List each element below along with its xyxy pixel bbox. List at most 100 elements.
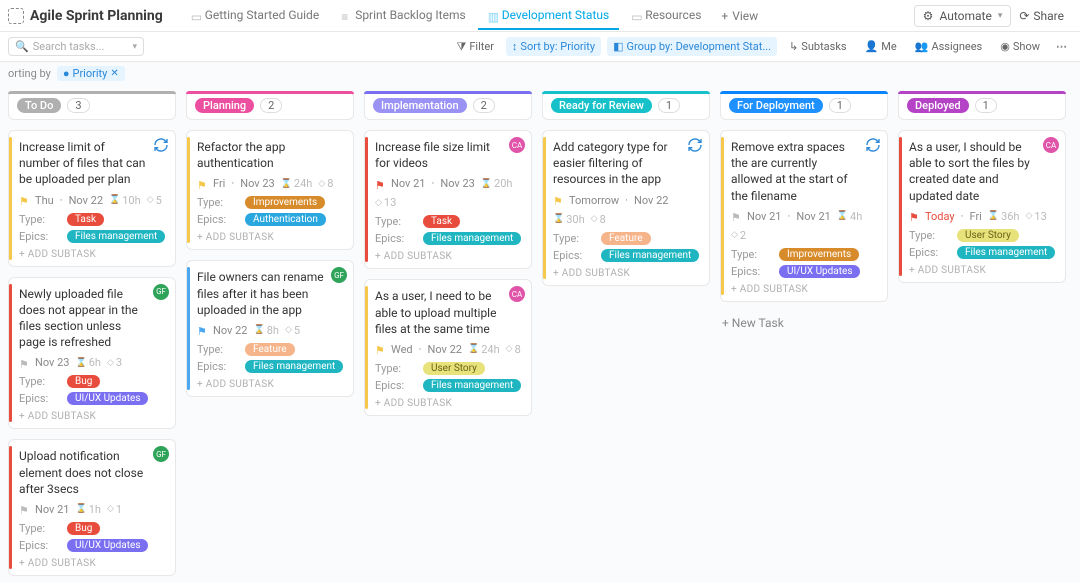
avatar[interactable]: CA — [509, 137, 525, 153]
task-card[interactable]: Remove extra spaces the are currently al… — [720, 130, 888, 302]
add-subtask-button[interactable]: + ADD SUBTASK — [19, 411, 167, 422]
card-title: As a user, I should be able to sort the … — [909, 139, 1057, 204]
flag-icon: ⚑ — [909, 211, 919, 221]
type-pill: Feature — [245, 343, 295, 356]
flag-icon: ⚑ — [19, 358, 29, 368]
add-view-button[interactable]: +View — [713, 5, 766, 27]
share-button[interactable]: ⟳ Share — [1011, 5, 1072, 27]
card-title: Upload notification element does not clo… — [19, 448, 167, 497]
status-pill: For Deployment — [729, 98, 823, 113]
show-button[interactable]: ◉Show — [994, 37, 1046, 56]
task-card[interactable]: CAAs a user, I should be able to sort th… — [898, 130, 1066, 283]
add-subtask-button[interactable]: + ADD SUBTASK — [731, 284, 879, 295]
tab-sprint-backlog[interactable]: ≡Sprint Backlog Items — [331, 2, 476, 30]
group-label: Group by: Development Stat... — [627, 40, 772, 53]
more-button[interactable]: ⋯ — [1052, 37, 1072, 56]
flag-icon: ⚑ — [197, 179, 207, 189]
kanban-board: To Do3 Increase limit of number of files … — [0, 85, 1080, 582]
count-badge: 1 — [658, 98, 680, 113]
type-row: Type:Bug — [19, 522, 167, 535]
type-row: Type:User Story — [375, 362, 523, 375]
sort-chip-label: Priority — [73, 67, 108, 80]
add-subtask-button[interactable]: + ADD SUBTASK — [197, 232, 345, 243]
epic-pill: Authentication — [245, 213, 326, 226]
group-button[interactable]: ◧Group by: Development Stat... — [607, 37, 777, 56]
epics-row: Epics:Files management — [553, 249, 701, 262]
board-column: For Deployment1 Remove extra spaces the a… — [720, 91, 888, 576]
card-title: File owners can rename files after it ha… — [197, 269, 345, 318]
add-subtask-button[interactable]: + ADD SUBTASK — [375, 398, 523, 409]
sort-button[interactable]: ↕Sort by: Priority — [506, 37, 601, 56]
status-pill: Deployed — [907, 98, 969, 113]
add-subtask-button[interactable]: + ADD SUBTASK — [19, 249, 167, 260]
sprint-icon — [687, 137, 703, 153]
task-card[interactable]: GFUpload notification element does not c… — [8, 439, 176, 576]
task-card[interactable]: CAIncrease file size limit for videos⚑No… — [364, 130, 532, 269]
card-meta: ⚑Today·Fri ⌛36h ◇13 — [909, 210, 1057, 223]
meta-item: ⌛1h — [75, 503, 100, 516]
add-subtask-button[interactable]: + ADD SUBTASK — [909, 265, 1057, 276]
close-icon[interactable]: ✕ — [110, 68, 118, 79]
meta-item: ⌛8h — [253, 324, 278, 337]
meta-item: ⌛24h — [281, 177, 313, 190]
type-row: Type:Task — [19, 213, 167, 226]
start-date: Tomorrow — [569, 194, 619, 207]
meta-item: ⌛10h — [109, 194, 141, 207]
avatar[interactable]: GF — [153, 284, 169, 300]
start-date: Wed — [391, 343, 413, 356]
filter-button[interactable]: ⧩Filter — [451, 37, 500, 57]
column-header[interactable]: Planning2 — [186, 91, 354, 120]
epic-pill: Files management — [423, 379, 521, 392]
flag-icon: ⚑ — [375, 344, 385, 354]
app-icon — [8, 8, 24, 24]
me-button[interactable]: 👤Me — [859, 37, 903, 56]
avatar[interactable]: CA — [1043, 137, 1059, 153]
tab-getting-started[interactable]: ▭Getting Started Guide — [181, 2, 329, 30]
card-meta: ⚑Thu·Nov 22 ⌛10h ◇5 — [19, 194, 167, 207]
assignees-button[interactable]: 👥Assignees — [909, 37, 989, 56]
add-subtask-button[interactable]: + ADD SUBTASK — [553, 268, 701, 279]
column-header[interactable]: For Deployment1 — [720, 91, 888, 120]
meta-item: ◇5 — [147, 194, 162, 207]
task-card[interactable]: CAAs a user, I need to be able to upload… — [364, 279, 532, 416]
task-card[interactable]: Increase limit of number of files that c… — [8, 130, 176, 267]
sort-bar: orting by ● Priority ✕ — [0, 62, 1080, 85]
type-row: Type:Improvements — [731, 248, 879, 261]
status-pill: To Do — [17, 98, 61, 113]
tab-resources[interactable]: ▭Resources — [621, 2, 711, 30]
task-card[interactable]: GFFile owners can rename files after it … — [186, 260, 354, 397]
card-meta: ⚑Fri·Nov 23 ⌛24h ◇8 — [197, 177, 345, 190]
view-tabs: ▭Getting Started Guide ≡Sprint Backlog I… — [181, 2, 914, 30]
column-header[interactable]: Ready for Review 1 — [542, 91, 710, 120]
column-header[interactable]: Implementation2 — [364, 91, 532, 120]
card-meta: ⚑Wed·Nov 22 ⌛24h ◇8 — [375, 343, 523, 356]
flag-icon: ⚑ — [731, 211, 741, 221]
board-column: Implementation2 CAIncrease file size limi… — [364, 91, 532, 576]
column-header[interactable]: Deployed1 — [898, 91, 1066, 120]
sort-chip[interactable]: ● Priority ✕ — [57, 66, 125, 81]
share-label: Share — [1033, 9, 1064, 23]
card-title: Refactor the app authentication — [197, 139, 345, 171]
status-pill: Ready for Review — [551, 98, 652, 113]
add-subtask-button[interactable]: + ADD SUBTASK — [19, 558, 167, 569]
epics-row: Epics:UI/UX Updates — [731, 265, 879, 278]
type-pill: Task — [423, 215, 460, 228]
task-card[interactable]: GFNewly uploaded file does not appear in… — [8, 277, 176, 430]
task-card[interactable]: Refactor the app authentication ⚑Fri·Nov … — [186, 130, 354, 250]
search-input[interactable]: 🔍 Search tasks... ▾ — [8, 37, 144, 56]
column-header[interactable]: To Do3 — [8, 91, 176, 120]
new-task-button[interactable]: + New Task — [720, 310, 888, 336]
automate-button[interactable]: ⚙ Automate ▾ — [914, 5, 1012, 27]
meta-item: ◇1 — [107, 503, 122, 516]
add-subtask-button[interactable]: + ADD SUBTASK — [375, 251, 523, 262]
me-label: Me — [881, 40, 896, 53]
epic-pill: Files management — [957, 246, 1055, 259]
add-subtask-button[interactable]: + ADD SUBTASK — [197, 379, 345, 390]
task-card[interactable]: Add category type for easier filtering o… — [542, 130, 710, 286]
show-label: Show — [1013, 40, 1040, 53]
tab-development-status[interactable]: ▥Development Status — [478, 2, 620, 30]
subtasks-button[interactable]: ↳Subtasks — [783, 37, 853, 56]
card-title: Add category type for easier filtering o… — [553, 139, 701, 188]
board-column: Ready for Review 1 Add category type for e… — [542, 91, 710, 576]
start-date: Nov 23 — [35, 356, 69, 369]
